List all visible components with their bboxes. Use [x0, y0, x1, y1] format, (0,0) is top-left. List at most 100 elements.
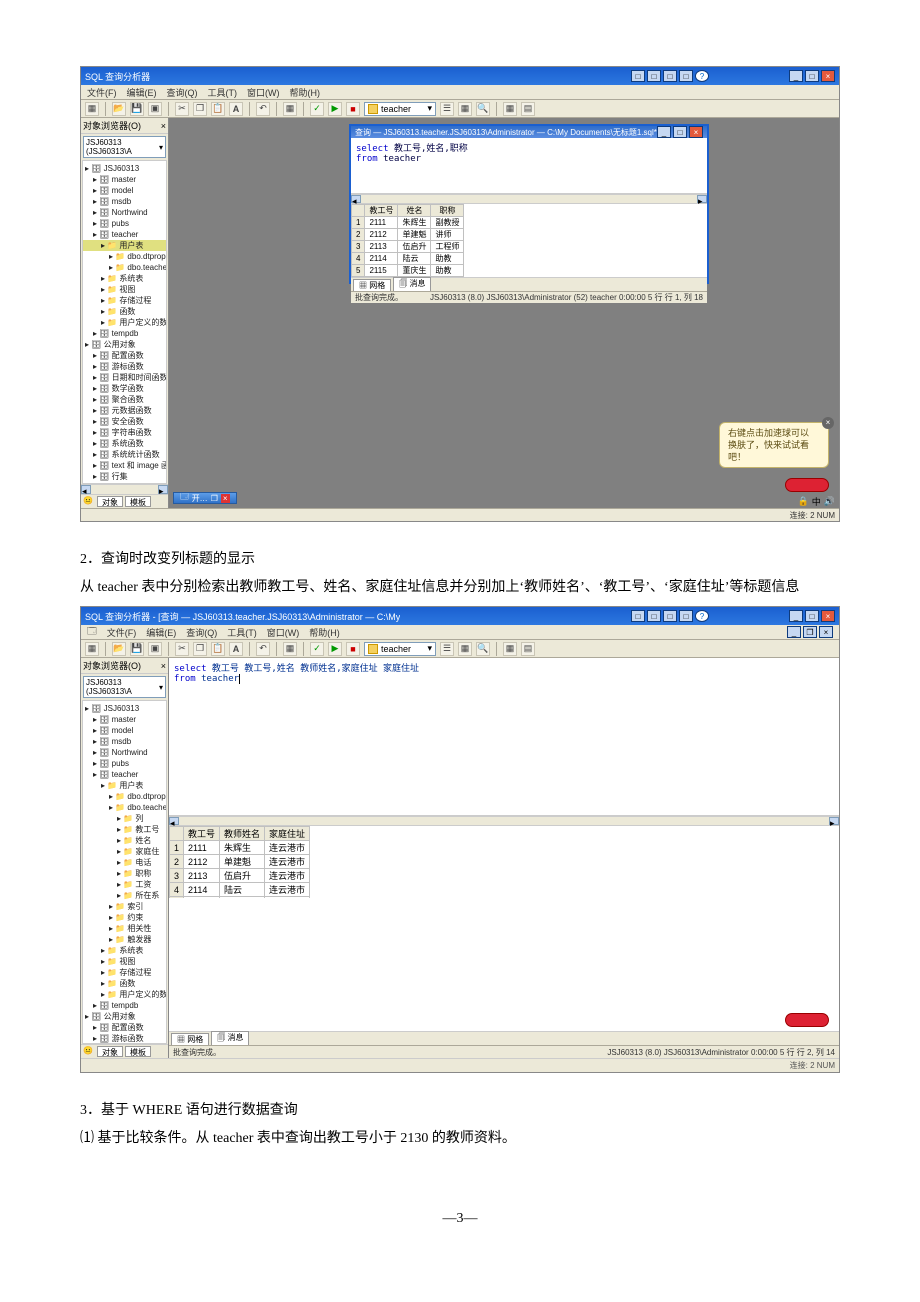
template-icon[interactable]: ▤ [521, 642, 535, 656]
table-row[interactable]: 52115董庆生助教 [352, 265, 464, 277]
mdi-min-button[interactable]: _ [787, 626, 801, 638]
results-grid[interactable]: 教工号教师姓名家庭住址12111朱辉生连云港市22112单建魁连云港市32113… [169, 826, 839, 898]
table-row[interactable]: 42114陆云助教 [352, 253, 464, 265]
tree-node[interactable]: ▸ 🗄 master [83, 174, 166, 185]
tree-node[interactable]: ▸ 🗄 teacher [83, 769, 166, 780]
menu-window[interactable]: 窗口(W) [267, 626, 300, 639]
close-icon[interactable]: × [161, 121, 166, 131]
tree-node[interactable]: ▸ 📁 用户表 [83, 240, 166, 251]
tree-node[interactable]: ▸ 📁 用户表 [83, 780, 166, 791]
mdi-close-button[interactable]: × [819, 626, 833, 638]
help-icon[interactable]: ? [695, 70, 709, 82]
tree-node[interactable]: ▸ 🗄 teacher [83, 229, 166, 240]
tree-node[interactable]: ▸ 🗄 Northwind [83, 207, 166, 218]
find-icon[interactable]: A [229, 642, 243, 656]
menu-file[interactable]: 文件(F) [107, 626, 137, 639]
tree-node[interactable]: ▸ 📁 系统表 [83, 273, 166, 284]
tree-node[interactable]: ▸ 🗄 配置函数 [83, 1022, 166, 1033]
tree-node[interactable]: ▸ 🗄 msdb [83, 736, 166, 747]
run-icon[interactable]: ▶ [328, 642, 342, 656]
tree-node[interactable]: ▸ 🗄 msdb [83, 196, 166, 207]
menu-tools[interactable]: 工具(T) [208, 86, 238, 99]
tree-node[interactable]: ▸ 🗄 公用对象 [83, 1011, 166, 1022]
table-row[interactable]: 42114陆云连云港市 [170, 883, 310, 897]
tree-node[interactable]: ▸ 📁 姓名 [83, 835, 166, 846]
paste-icon[interactable]: 📋 [211, 102, 225, 116]
menu-help[interactable]: 帮助(H) [309, 626, 340, 639]
tb-btn[interactable]: □ [679, 70, 693, 82]
table-row[interactable]: 22112单建魁讲师 [352, 229, 464, 241]
zoom-icon[interactable]: 🔍 [476, 642, 490, 656]
tree-node[interactable]: ▸ 🗄 数学函数 [83, 383, 166, 394]
tree-node[interactable]: ▸ 📁 索引 [83, 901, 166, 912]
tree-node[interactable]: ▸ 🗄 Northwind [83, 747, 166, 758]
tb-btn[interactable]: □ [663, 70, 677, 82]
tree-node[interactable]: ▸ 🗄 tempdb [83, 328, 166, 339]
close-button[interactable]: × [821, 70, 835, 82]
results-icon[interactable]: ▦ [283, 642, 297, 656]
tree-node[interactable]: ▸ 🗄 安全函数 [83, 416, 166, 427]
maximize-button[interactable]: □ [805, 70, 819, 82]
tree-node[interactable]: ▸ 📁 家庭住 [83, 846, 166, 857]
scroll-right-icon[interactable]: ▸ [158, 485, 168, 494]
tab-messages[interactable]: 🗐 消息 [393, 277, 431, 292]
tree-node[interactable]: ▸ 🗄 系统函数 [83, 438, 166, 449]
new-icon[interactable]: ▦ [85, 642, 99, 656]
tree-node[interactable]: ▸ 🗄 公用对象 [83, 339, 166, 350]
plan-icon[interactable]: ☰ [440, 102, 454, 116]
tree-node[interactable]: ▸ 📁 dbo.dtproper [83, 791, 166, 802]
tree-node[interactable]: ▸ 📁 触发器 [83, 934, 166, 945]
disk-icon[interactable]: ▣ [148, 102, 162, 116]
tree-node[interactable]: ▸ 🗄 JSJ60313 [83, 163, 166, 174]
tree-node[interactable]: ▸ 📁 教工号 [83, 824, 166, 835]
save-icon[interactable]: 💾 [130, 102, 144, 116]
tree-node[interactable]: ▸ 📁 约束 [83, 912, 166, 923]
template-icon[interactable]: ▤ [521, 102, 535, 116]
close-button[interactable]: × [689, 126, 703, 138]
results-grid[interactable]: 教工号姓名职称12111朱辉生副教授22112单建魁讲师32113伍启升工程师4… [351, 204, 707, 277]
tray-icon[interactable]: 🔊 [824, 496, 835, 507]
tb-btn[interactable]: □ [647, 610, 661, 622]
tree-node[interactable]: ▸ 📁 工资 [83, 879, 166, 890]
menu-help[interactable]: 帮助(H) [290, 86, 321, 99]
run-icon[interactable]: ▶ [328, 102, 342, 116]
tray-icon[interactable]: 🔒 [798, 496, 809, 507]
tree-node[interactable]: ▸ 🗄 model [83, 185, 166, 196]
tree-node[interactable]: ▸ 🗄 model [83, 725, 166, 736]
copy-icon[interactable]: ❐ [193, 102, 207, 116]
tab-grid[interactable]: ▦ 网格 [171, 1033, 209, 1045]
tree-node[interactable]: ▸ 📁 函数 [83, 306, 166, 317]
paste-icon[interactable]: 📋 [211, 642, 225, 656]
menu-tools[interactable]: 工具(T) [227, 626, 257, 639]
tree-node[interactable]: ▸ 🗄 字符串函数 [83, 427, 166, 438]
table-row[interactable]: 12111朱辉生副教授 [352, 217, 464, 229]
tree-node[interactable]: ▸ 🗄 master [83, 714, 166, 725]
tray-icon[interactable]: 中 [812, 495, 821, 508]
table-row[interactable]: 32113伍启升连云港市 [170, 869, 310, 883]
cut-icon[interactable]: ✂ [175, 642, 189, 656]
parse-icon[interactable]: ✓ [310, 642, 324, 656]
tree-node[interactable]: ▸ 📁 职称 [83, 868, 166, 879]
tree-node[interactable]: ▸ 📁 电话 [83, 857, 166, 868]
object-tree[interactable]: ▸ 🗄 JSJ60313▸ 🗄 master▸ 🗄 model▸ 🗄 msdb▸… [82, 700, 167, 1044]
tree-node[interactable]: ▸ 🗄 游标函数 [83, 1033, 166, 1044]
tree-node[interactable]: ▸ 📁 dbo.dtproper [83, 251, 166, 262]
menu-query[interactable]: 查询(Q) [186, 626, 217, 639]
scroll-right-icon[interactable]: ▸ [829, 817, 839, 825]
tree-node[interactable]: ▸ 📁 用户定义的数据类 [83, 989, 166, 1000]
disk-icon[interactable]: ▣ [148, 642, 162, 656]
zoom-icon[interactable]: 🔍 [476, 102, 490, 116]
connection-combo[interactable]: JSJ60313 (JSJ60313\A ▾ [83, 136, 166, 158]
accelerator-ball[interactable] [785, 478, 829, 492]
mdi-restore-button[interactable]: ❐ [803, 626, 817, 638]
menu-edit[interactable]: 编辑(E) [127, 86, 157, 99]
menu-window[interactable]: 窗口(W) [247, 86, 280, 99]
stop-icon[interactable]: ■ [346, 642, 360, 656]
menu-file[interactable]: 文件(F) [87, 86, 117, 99]
copy-icon[interactable]: ❐ [193, 642, 207, 656]
object-icon[interactable]: ▦ [503, 642, 517, 656]
plan-icon[interactable]: ☰ [440, 642, 454, 656]
open-icon[interactable]: 📂 [112, 102, 126, 116]
new-icon[interactable]: ▦ [85, 102, 99, 116]
tree-node[interactable]: ▸ 📁 存储过程 [83, 967, 166, 978]
